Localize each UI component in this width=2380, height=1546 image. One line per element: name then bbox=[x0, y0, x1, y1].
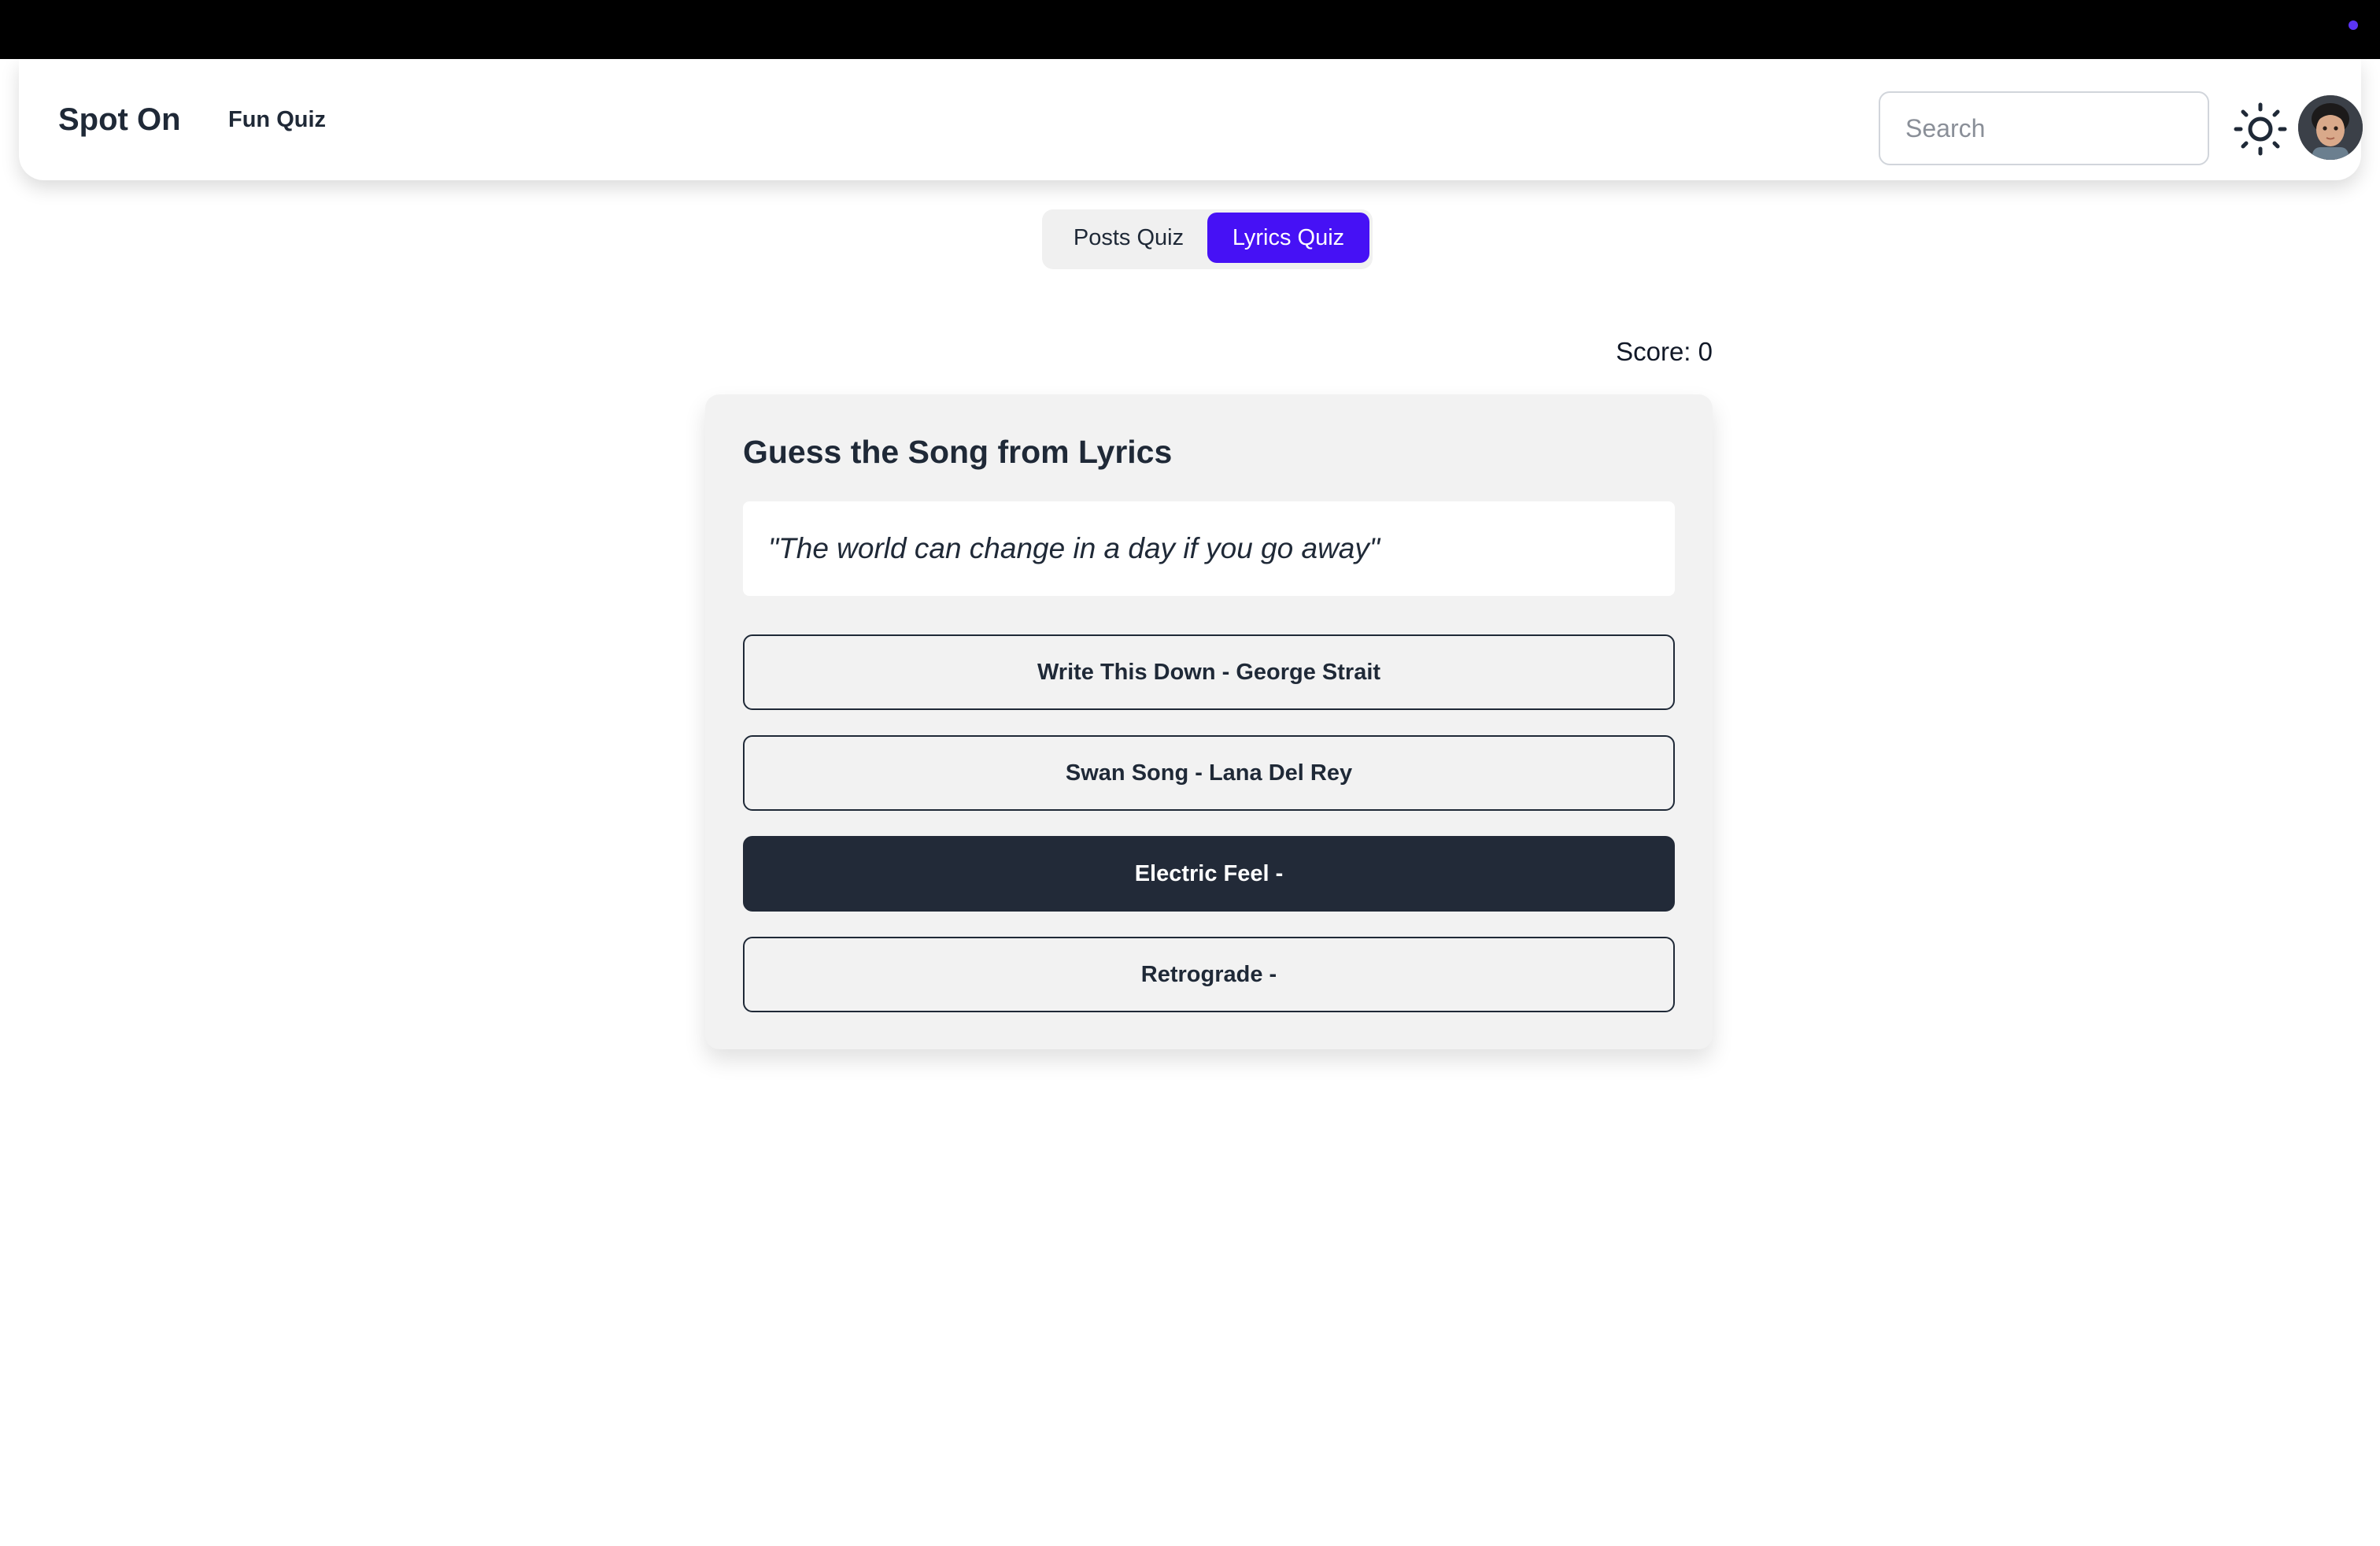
score-display: Score: 0 bbox=[1616, 337, 1713, 366]
status-dot bbox=[2349, 20, 2358, 30]
search-input[interactable] bbox=[1879, 91, 2209, 165]
quiz-tabs: Posts Quiz Lyrics Quiz bbox=[1042, 209, 1373, 269]
system-top-bar bbox=[0, 0, 2380, 59]
quiz-title: Guess the Song from Lyrics bbox=[743, 434, 1173, 470]
answer-option-button[interactable]: Write This Down - George Strait bbox=[743, 634, 1675, 710]
quiz-card: Guess the Song from Lyrics "The world ca… bbox=[705, 394, 1713, 1049]
nav-link-fun-quiz[interactable]: Fun Quiz bbox=[228, 59, 326, 180]
lyric-text: "The world can change in a day if you go… bbox=[743, 501, 1675, 596]
tab-lyrics-quiz[interactable]: Lyrics Quiz bbox=[1207, 213, 1369, 263]
answer-option-button-selected[interactable]: Electric Feel - bbox=[743, 836, 1675, 912]
avatar[interactable] bbox=[2298, 95, 2363, 160]
brand-logo[interactable]: Spot On bbox=[58, 59, 181, 180]
answer-option-button[interactable]: Retrograde - bbox=[743, 937, 1675, 1012]
answer-option-button[interactable]: Swan Song - Lana Del Rey bbox=[743, 735, 1675, 811]
tab-posts-quiz[interactable]: Posts Quiz bbox=[1050, 213, 1207, 263]
navbar: Spot On Fun Quiz bbox=[19, 59, 2363, 180]
sun-icon[interactable] bbox=[2233, 102, 2288, 157]
